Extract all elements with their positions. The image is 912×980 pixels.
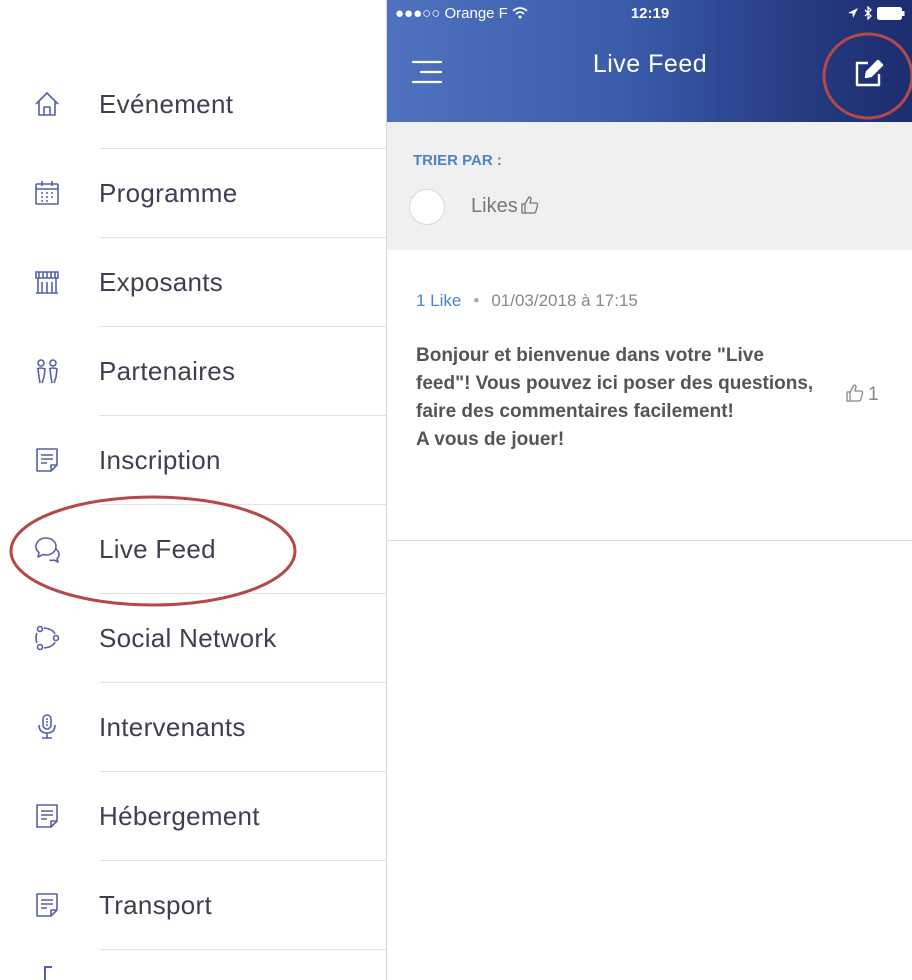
sort-panel: TRIER PAR : Likes: [387, 122, 912, 251]
menu-item-label: Intervenants: [99, 712, 246, 742]
clock: 12:19: [630, 5, 670, 22]
menu-item-exposants[interactable]: Exposants: [0, 238, 386, 327]
calendar-icon: [33, 179, 61, 207]
sort-option-label: Likes: [471, 195, 518, 217]
divider: [99, 949, 386, 950]
battery-icon: [877, 5, 905, 22]
sort-title: TRIER PAR :: [413, 152, 502, 169]
document-icon: [33, 891, 61, 919]
menu-item-intervenants[interactable]: Intervenants: [0, 683, 386, 772]
sort-option-likes[interactable]: Likes: [471, 195, 540, 218]
partners-icon: [33, 357, 61, 385]
menu-item-label: Social Network: [99, 623, 277, 653]
status-right-icons: [847, 5, 905, 22]
stand-icon: [33, 268, 61, 296]
meta-separator: •: [473, 291, 480, 310]
menu-item-live-feed[interactable]: Live Feed: [0, 505, 386, 594]
side-menu: Evénement Programme Exposants Partenaire…: [0, 0, 386, 980]
post-like-button[interactable]: 1: [845, 383, 879, 406]
status-bar: ●●●○○ Orange F 12:19: [387, 0, 912, 30]
page-title: Live Feed: [592, 50, 708, 78]
menu-item-inscription[interactable]: Inscription: [0, 416, 386, 505]
post-date: 01/03/2018 à 17:15: [491, 291, 638, 310]
menu-item-label: Partenaires: [99, 356, 236, 386]
chat-bubbles-icon: [33, 535, 61, 563]
compose-icon: [851, 59, 885, 95]
sort-likes-radio[interactable]: [409, 189, 445, 225]
menu-item-label: Exposants: [99, 267, 224, 297]
menu-item-transport[interactable]: Transport: [0, 861, 386, 950]
menu-item-label: Transport: [99, 890, 212, 920]
menu-item-evenement[interactable]: Evénement: [0, 60, 386, 149]
post-likes-link[interactable]: 1 Like: [416, 291, 461, 310]
post-like-count: 1: [868, 384, 879, 405]
bluetooth-icon: [863, 5, 877, 22]
document-icon: [33, 802, 61, 830]
menu-item-programme[interactable]: Programme: [0, 149, 386, 238]
post-body: Bonjour et bienvenue dans votre "Live fe…: [416, 345, 814, 450]
menu-item-label: Evénement: [99, 89, 234, 119]
menu-item-social-network[interactable]: Social Network: [0, 594, 386, 683]
thumbs-up-icon: [518, 195, 540, 217]
location-arrow-icon: [847, 5, 863, 22]
feed-post: 1 Like • 01/03/2018 à 17:15 Bonjour et bie…: [387, 250, 912, 541]
post-meta: 1 Like • 01/03/2018 à 17:15: [416, 291, 638, 311]
compose-button[interactable]: [851, 57, 885, 91]
menu-item-label: Live Feed: [99, 534, 216, 564]
navigation-bar: ●●●○○ Orange F 12:19 Live Feed: [387, 0, 912, 122]
menu-item-label: Inscription: [99, 445, 221, 475]
menu-item-label: Hébergement: [99, 801, 260, 831]
home-icon: [33, 90, 61, 118]
microphone-icon: [33, 713, 61, 741]
menu-item-label: Programme: [99, 178, 238, 208]
network-icon: [33, 624, 61, 652]
thumbs-up-icon: [845, 384, 868, 405]
document-icon: [33, 446, 61, 474]
live-feed-screen: ●●●○○ Orange F 12:19 Live Feed TRIER PAR…: [386, 0, 912, 980]
menu-item-hebergement[interactable]: Hébergement: [0, 772, 386, 861]
menu-item-partenaires[interactable]: Partenaires: [0, 327, 386, 416]
partial-menu-icon: [44, 966, 52, 980]
